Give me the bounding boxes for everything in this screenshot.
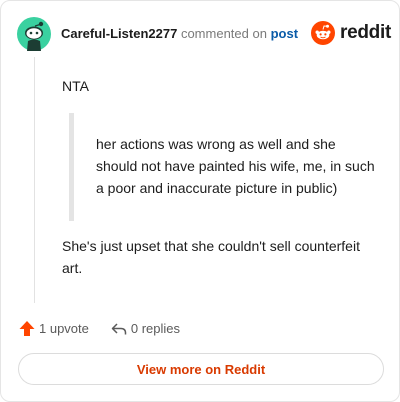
comment-actions: 1 upvote 0 replies	[19, 320, 180, 337]
reply-icon[interactable]	[111, 322, 127, 336]
username[interactable]: Careful-Listen2277	[61, 26, 177, 41]
reply-action[interactable]: 0 replies	[111, 321, 180, 336]
view-more-button[interactable]: View more on Reddit	[18, 353, 384, 385]
reddit-brand[interactable]: reddit	[311, 21, 391, 45]
reddit-logo-icon	[311, 21, 335, 45]
post-link[interactable]: post	[271, 26, 298, 41]
commented-on-text: commented on	[180, 26, 267, 41]
avatar-snoo-icon	[17, 17, 51, 51]
comment-embed-card: Careful-Listen2277 commented on post red…	[0, 0, 400, 402]
upvote-action[interactable]: 1 upvote	[19, 320, 89, 337]
blockquote-text: her actions was wrong as well and she sh…	[96, 136, 375, 196]
comment-paragraph: NTA	[62, 78, 89, 94]
reply-count: 0 replies	[130, 321, 181, 336]
upvote-arrow-icon[interactable]	[19, 320, 35, 337]
comment-header: Careful-Listen2277 commented on post	[61, 26, 298, 41]
avatar[interactable]	[17, 17, 51, 51]
blockquote: her actions was wrong as well and she sh…	[69, 113, 375, 221]
comment-paragraph-2: She's just upset that she couldn't sell …	[62, 238, 360, 276]
brand-text: reddit	[340, 22, 391, 43]
thread-line	[34, 57, 35, 303]
upvote-count: 1 upvote	[39, 321, 89, 336]
